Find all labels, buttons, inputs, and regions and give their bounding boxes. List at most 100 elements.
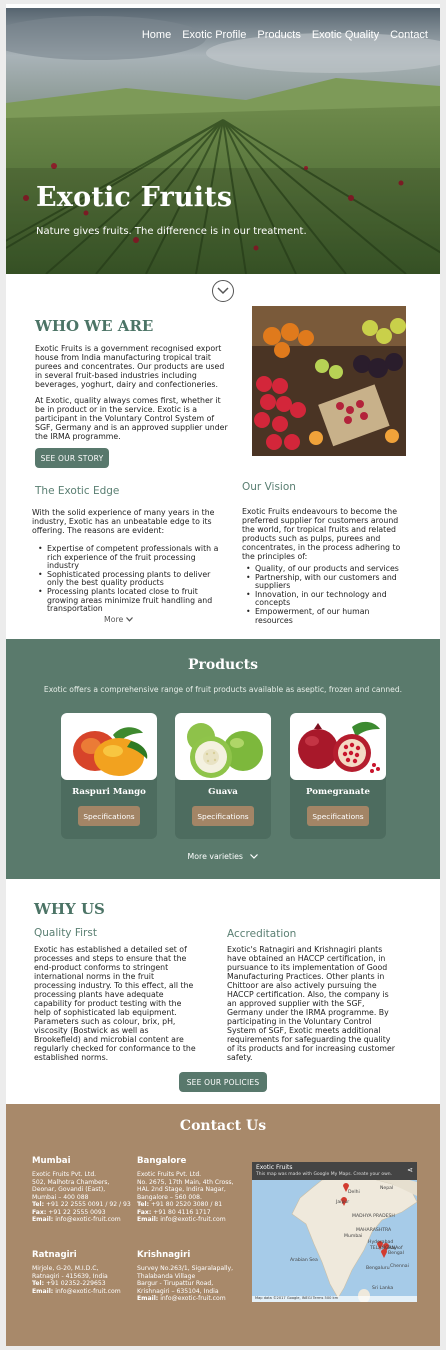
map-label: Hyderabad	[368, 1240, 394, 1245]
map-label: Nepal	[380, 1186, 394, 1191]
contact-section: Contact Us Mumbai Exotic Fruits Pvt. Ltd…	[6, 1104, 440, 1346]
tel-label: Tel:	[137, 1201, 150, 1208]
email-link[interactable]: info@exotic-fruit.com	[55, 1216, 121, 1223]
accreditation-heading: Accreditation	[227, 928, 297, 940]
more-varieties-link[interactable]: More varieties	[6, 852, 440, 861]
office-ratnagiri: Ratnagiri Mirjole, G-20, M.I.D.C, Ratnag…	[32, 1250, 140, 1295]
email-label: Email:	[137, 1216, 159, 1223]
office-mumbai: Mumbai Exotic Fruits Pvt. Ltd. 502, Malh…	[32, 1156, 140, 1224]
specifications-button[interactable]: Specifications	[78, 806, 140, 826]
nav-exotic-quality[interactable]: Exotic Quality	[312, 29, 379, 41]
our-vision-intro: Exotic Fruits endeavours to become the p…	[242, 507, 401, 561]
fax-value: +91 80 4116 1717	[153, 1208, 211, 1216]
nav-home[interactable]: Home	[142, 29, 171, 41]
map-label: MADHYA PRADESH	[352, 1214, 395, 1219]
nav-products[interactable]: Products	[257, 29, 300, 41]
address-line: 502, Malhotra Chambers,	[32, 1178, 110, 1186]
fruit-market-photo	[252, 306, 406, 456]
product-name: Raspuri Mango	[72, 787, 146, 797]
google-map[interactable]: Exotic Fruits This map was made with Goo…	[252, 1162, 417, 1302]
list-item: Sophisticated processing plants to deliv…	[38, 570, 223, 588]
exotic-edge-intro: With the solid experience of many years …	[32, 508, 215, 535]
map-label: Sri Lanka	[372, 1286, 394, 1291]
product-card-guava[interactable]: Guava Specifications	[175, 713, 271, 839]
map-header: Exotic Fruits This map was made with Goo…	[252, 1162, 417, 1180]
email-link[interactable]: info@exotic-fruit.com	[55, 1288, 121, 1295]
address-line: Survey No.263/1, Sigaralapally,	[137, 1265, 234, 1272]
email-link[interactable]: info@exotic-fruit.com	[160, 1295, 226, 1302]
tel-value: +91 22 2555 0091 / 92 / 93	[45, 1201, 131, 1208]
product-card-mango[interactable]: Raspuri Mango Specifications	[61, 713, 157, 839]
why-us-heading: WHY US	[34, 900, 105, 918]
address-line: Bangalore – 560 008.	[137, 1193, 202, 1201]
tel-value: +91 80 2520 3080 / 81	[150, 1201, 223, 1208]
list-item: Partnership, with our customers and supp…	[246, 573, 406, 591]
product-card-pomegranate[interactable]: Pomegranate Specifications	[290, 713, 386, 839]
list-item: Empowerment, of our human resources	[246, 607, 406, 625]
map-subtitle: This map was made with Google My Maps. C…	[256, 1172, 393, 1177]
map-label: MAHARASHTRA	[356, 1228, 392, 1233]
office-city: Krishnagiri	[137, 1250, 191, 1260]
list-item: Innovation, in our technology and concep…	[246, 590, 406, 608]
main-nav: Home Exotic Profile Products Exotic Qual…	[142, 29, 428, 41]
hero-tagline: Nature gives fruits. The difference is i…	[36, 226, 307, 237]
map-label: Bengaluru	[366, 1266, 390, 1271]
chevron-down-icon	[125, 617, 133, 622]
who-paragraph-1: Exotic Fruits is a government recognised…	[35, 344, 225, 389]
guava-image	[175, 713, 271, 780]
fax-label: Fax:	[137, 1208, 152, 1216]
address-line: Exotic Fruits Pvt. Ltd.	[32, 1171, 97, 1178]
india-map-shape	[252, 1162, 417, 1302]
email-label: Email:	[137, 1295, 159, 1302]
see-our-story-button[interactable]: SEE OUR STORY	[35, 448, 109, 468]
share-icon[interactable]: ⋖	[407, 1166, 413, 1174]
quality-first-heading: Quality First	[34, 927, 97, 939]
address-line: Krishnagiri – 635104, India	[137, 1287, 219, 1295]
exotic-edge-list: Expertise of competent professionals wit…	[38, 544, 223, 614]
nav-exotic-profile[interactable]: Exotic Profile	[182, 29, 246, 41]
quality-first-text: Exotic has established a detailed set of…	[34, 945, 196, 1062]
address-line: HAL 2nd Stage, Indira Nagar,	[137, 1186, 226, 1193]
hero-banner: Home Exotic Profile Products Exotic Qual…	[6, 8, 440, 274]
address-line: Thalabanda Village	[137, 1272, 196, 1280]
chevron-down-icon	[250, 854, 259, 859]
products-section: Products Exotic offers a comprehensive r…	[6, 639, 440, 879]
our-vision-list: Quality, of our products and services Pa…	[246, 564, 406, 625]
map-label: Arabian Sea	[290, 1258, 318, 1263]
products-intro: Exotic offers a comprehensive range of f…	[43, 685, 403, 694]
more-label: More	[104, 615, 124, 624]
tel-value: +91 02352-229653	[45, 1280, 106, 1287]
fax-value: +91 22 2555 0093	[48, 1208, 106, 1216]
who-paragraph-2: At Exotic, quality always comes first, w…	[35, 396, 228, 441]
more-link[interactable]: More	[104, 615, 133, 624]
map-footer: Map data ©2017 Google, INEGI Terms 500 k…	[252, 1296, 417, 1302]
exotic-edge-heading: The Exotic Edge	[35, 485, 120, 497]
accreditation-text: Exotic's Ratnagiri and Krishnagiri plant…	[227, 945, 395, 1062]
page: Home Exotic Profile Products Exotic Qual…	[6, 4, 440, 1346]
see-our-policies-button[interactable]: SEE OUR POLICIES	[179, 1072, 267, 1092]
specifications-button[interactable]: Specifications	[192, 806, 254, 826]
product-name: Guava	[208, 787, 238, 797]
address-line: No. 2675, 17th Main, 4th Cross,	[137, 1178, 234, 1186]
list-item: Expertise of competent professionals wit…	[38, 544, 223, 571]
map-label: Jaipur	[336, 1200, 350, 1205]
more-varieties-label: More varieties	[187, 852, 243, 861]
scroll-down-button[interactable]	[212, 280, 234, 302]
office-bangalore: Bangalore Exotic Fruits Pvt. Ltd. No. 26…	[137, 1156, 245, 1224]
our-vision-heading: Our Vision	[242, 481, 296, 493]
email-link[interactable]: info@exotic-fruit.com	[160, 1216, 226, 1223]
specifications-button[interactable]: Specifications	[307, 806, 369, 826]
map-label: Delhi	[348, 1190, 360, 1195]
map-label: Chennai	[390, 1264, 409, 1269]
address-line: Ratnagiri - 415639, India	[32, 1272, 108, 1280]
office-city: Ratnagiri	[32, 1250, 77, 1260]
email-label: Email:	[32, 1216, 54, 1223]
tel-label: Tel:	[32, 1280, 45, 1287]
map-label: Mumbai	[344, 1234, 363, 1239]
nav-contact[interactable]: Contact	[390, 29, 428, 41]
who-we-are-heading: WHO WE ARE	[35, 317, 154, 335]
office-city: Mumbai	[32, 1156, 71, 1166]
map-title: Exotic Fruits	[256, 1164, 293, 1171]
office-city: Bangalore	[137, 1156, 187, 1166]
hero-title: Exotic Fruits	[36, 182, 233, 213]
